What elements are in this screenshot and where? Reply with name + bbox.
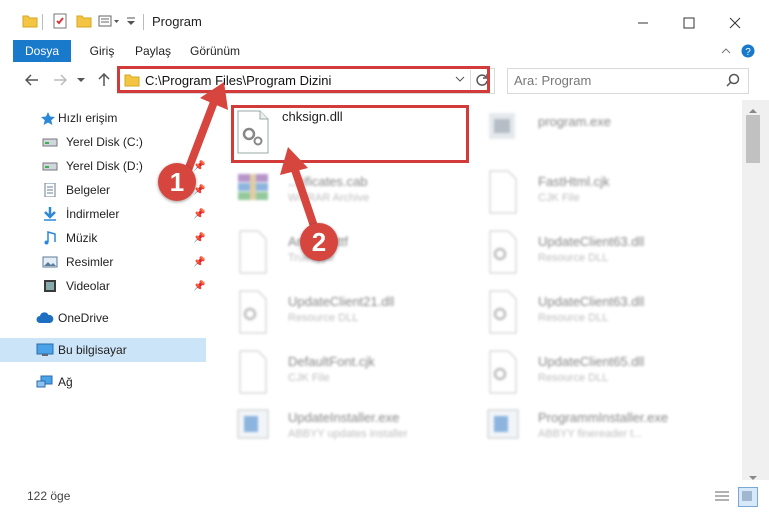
step-badge-1: 1	[158, 163, 196, 201]
annotation-arrows	[181, 82, 322, 242]
explorer-window: Program Dosya Giriş Paylaş Görünüm ? C:\…	[0, 0, 769, 522]
large-icons-view-icon[interactable]	[738, 487, 758, 507]
status-bar	[0, 480, 769, 522]
item-count: 122 öge	[27, 489, 71, 503]
details-view-icon[interactable]	[714, 489, 730, 506]
step-badge-2: 2	[300, 223, 338, 261]
